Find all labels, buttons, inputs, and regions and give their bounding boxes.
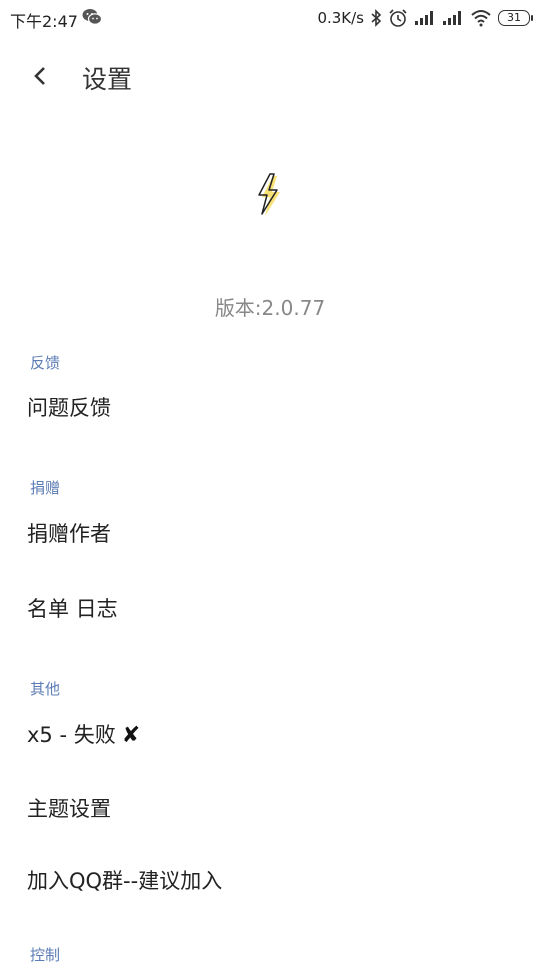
- list-item-join-qq-group[interactable]: 加入QQ群--建议加入: [0, 849, 540, 911]
- section-header-other: 其他: [30, 680, 61, 698]
- bluetooth-icon: [371, 9, 382, 27]
- item-label: 主题设置: [27, 797, 111, 821]
- lightning-bolt-icon: [258, 173, 280, 216]
- x5-status-text: x5 - 失败: [27, 723, 116, 747]
- status-bar: 下午2:47 0.3K/s 31: [0, 0, 540, 36]
- section-header-donate: 捐赠: [30, 479, 61, 497]
- back-button[interactable]: [22, 58, 58, 94]
- status-time: 下午2:47: [10, 12, 78, 31]
- list-item-x5-status[interactable]: x5 - 失败 ✘: [0, 703, 540, 765]
- section-header-control: 控制: [30, 946, 61, 964]
- item-label: 捐赠作者: [27, 522, 111, 546]
- chevron-left-icon: [34, 67, 45, 85]
- page-title: 设置: [82, 65, 133, 94]
- fail-mark-icon: ✘: [121, 723, 141, 748]
- list-item-theme-settings[interactable]: 主题设置: [0, 777, 540, 839]
- item-label: 加入QQ群--建议加入: [27, 869, 223, 893]
- net-speed: 0.3K/s: [317, 9, 364, 27]
- item-label: 问题反馈: [27, 396, 111, 420]
- list-item-donor-list[interactable]: 名单 日志: [0, 577, 540, 639]
- item-label: x5 - 失败 ✘: [27, 719, 140, 749]
- item-label: 名单 日志: [27, 597, 118, 621]
- list-item-donate-author[interactable]: 捐赠作者: [0, 502, 540, 564]
- battery-icon: 31: [498, 10, 533, 26]
- app-bar: 设置: [0, 40, 540, 112]
- wifi-icon: [471, 10, 491, 27]
- section-header-feedback: 反馈: [30, 354, 61, 372]
- alarm-icon: [389, 9, 407, 27]
- wechat-icon: [82, 9, 102, 25]
- list-item-feedback[interactable]: 问题反馈: [0, 376, 540, 438]
- status-icons: 0.3K/s 31: [317, 8, 533, 28]
- version-text: 版本:2.0.77: [214, 296, 326, 320]
- signal-icon: [443, 11, 461, 25]
- signal-icon: [415, 11, 433, 25]
